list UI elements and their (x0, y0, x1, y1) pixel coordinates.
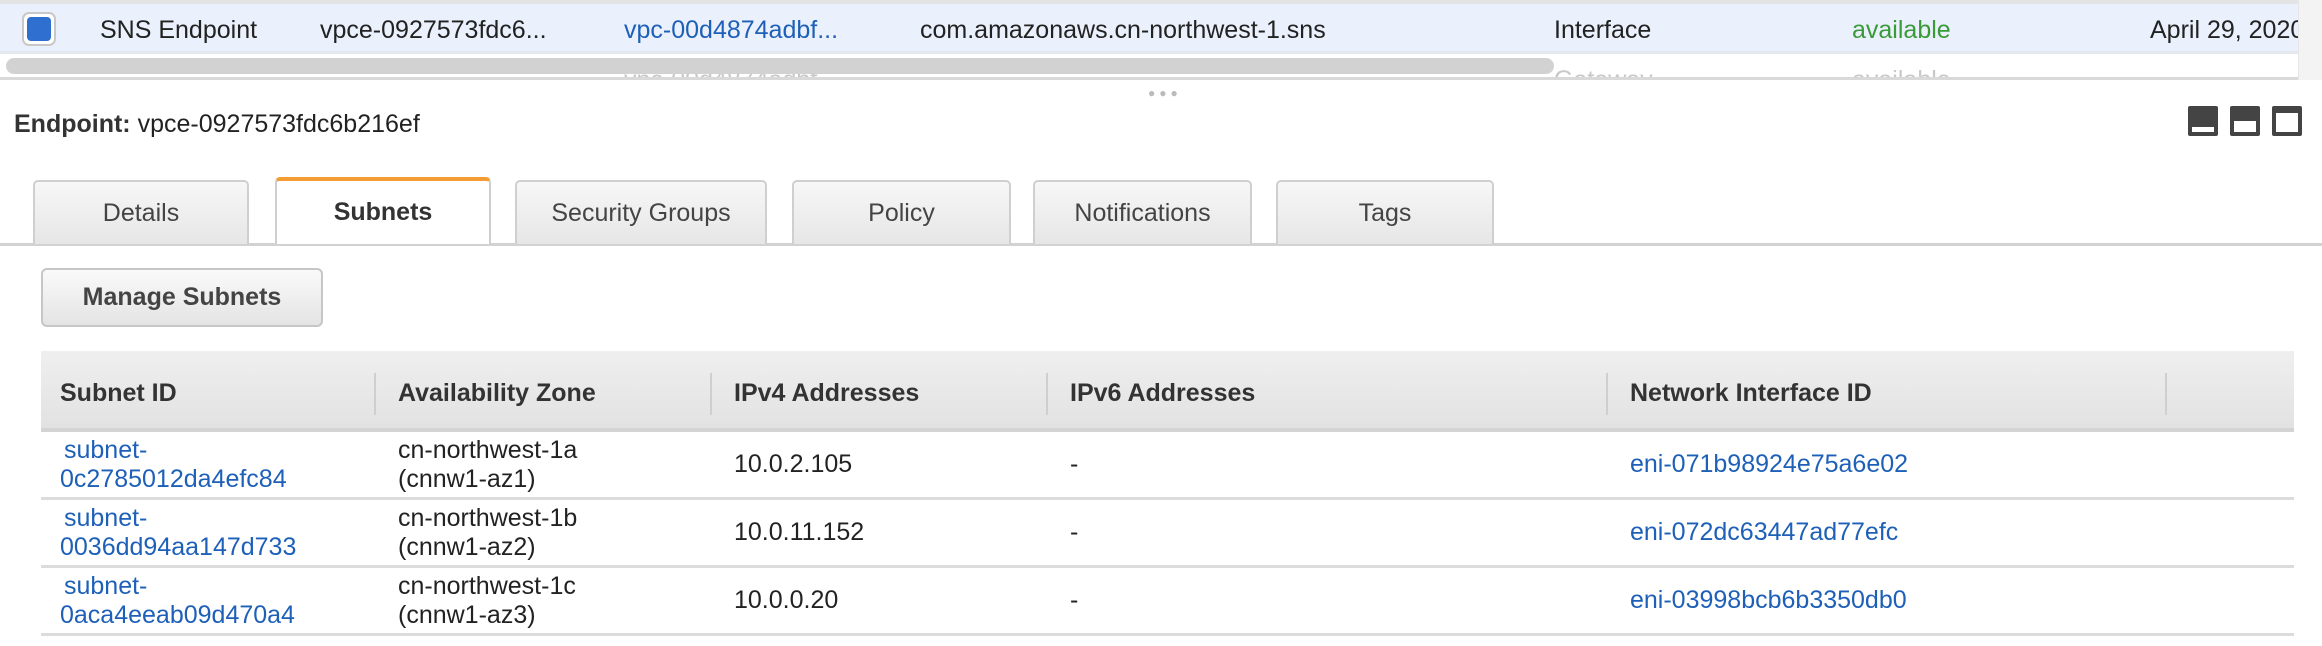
column-header-ipv4[interactable]: IPv4 Addresses (734, 379, 919, 408)
column-divider[interactable] (1606, 373, 1608, 415)
details-header: Endpoint: vpce-0927573fdc6b216ef (14, 110, 420, 139)
column-header-network-interface-id[interactable]: Network Interface ID (1630, 379, 1872, 408)
column-divider[interactable] (1046, 373, 1048, 415)
network-interface-link[interactable]: eni-03998bcb6b3350db0 (1630, 586, 1907, 615)
panel-layout-controls (2188, 106, 2302, 136)
table-header: Subnet ID Availability Zone IPv4 Address… (41, 351, 2294, 432)
creation-time: April 29, 2020 (2150, 16, 2305, 44)
table-row: subnet- 0036dd94aa147d733 cn-northwest-1b… (41, 500, 2294, 568)
tab-notifications[interactable]: Notifications (1033, 180, 1252, 244)
column-header-ipv6[interactable]: IPv6 Addresses (1070, 379, 1255, 408)
endpoint-id-value: vpce-0927573fdc6b216ef (137, 110, 420, 138)
table-row: subnet- 0c2785012da4efc84 cn-northwest-1a… (41, 432, 2294, 500)
panel-bottom-medium-icon[interactable] (2230, 106, 2260, 136)
table-row: subnet- 0aca4eeab09d470a4 cn-northwest-1c… (41, 568, 2294, 636)
vpc-id-link[interactable]: vpc-00d4874adbf... (624, 16, 838, 45)
ipv6-address: - (1070, 518, 1079, 546)
service-name: com.amazonaws.cn-northwest-1.sns (920, 16, 1326, 44)
endpoint-list-row-selected[interactable]: SNS Endpoint vpce-0927573fdc6... vpc-00d… (0, 4, 2304, 54)
status-badge: available (1852, 66, 1951, 80)
ipv4-address: 10.0.2.105 (734, 450, 853, 478)
tab-details[interactable]: Details (33, 180, 249, 244)
tab-subnets[interactable]: Subnets (275, 177, 491, 244)
status-badge: available (1852, 16, 1951, 44)
tab-policy[interactable]: Policy (792, 180, 1011, 244)
panel-bottom-small-icon[interactable] (2188, 106, 2218, 136)
endpoint-label: Endpoint: (14, 110, 131, 138)
ipv4-address: 10.0.0.20 (734, 586, 839, 614)
endpoint-id: vpce-0927573fdc6... (320, 16, 547, 44)
column-divider[interactable] (2165, 373, 2167, 415)
endpoint-name: SNS Endpoint (100, 16, 258, 44)
ipv6-address: - (1070, 450, 1079, 478)
panel-bottom-large-icon[interactable] (2272, 106, 2302, 136)
resize-handle-icon[interactable]: ●●● (1148, 86, 1182, 100)
vertical-scrollbar[interactable] (2298, 0, 2322, 80)
availability-zone: cn-northwest-1c (cnnw1-az3) (398, 572, 576, 629)
availability-zone: cn-northwest-1b (cnnw1-az2) (398, 504, 578, 561)
ipv4-address: 10.0.11.152 (734, 518, 865, 546)
endpoint-type: Gateway (1554, 66, 1653, 80)
manage-subnets-button[interactable]: Manage Subnets (41, 268, 323, 327)
network-interface-link[interactable]: eni-072dc63447ad77efc (1630, 518, 1898, 547)
tab-tags[interactable]: Tags (1276, 180, 1494, 244)
subnet-id-link[interactable]: subnet- 0aca4eeab09d470a4 (60, 572, 295, 630)
column-header-availability-zone[interactable]: Availability Zone (398, 379, 596, 408)
tab-security-groups[interactable]: Security Groups (515, 180, 767, 244)
column-header-subnet-id[interactable]: Subnet ID (60, 379, 177, 408)
horizontal-scrollbar[interactable] (6, 58, 1554, 74)
availability-zone: cn-northwest-1a (cnnw1-az1) (398, 436, 578, 493)
subnet-id-link[interactable]: subnet- 0036dd94aa147d733 (60, 504, 296, 562)
row-checkbox[interactable] (22, 12, 56, 46)
endpoint-type: Interface (1554, 16, 1652, 44)
subnet-id-link[interactable]: subnet- 0c2785012da4efc84 (60, 436, 287, 494)
network-interface-link[interactable]: eni-071b98924e75a6e02 (1630, 450, 1908, 479)
ipv6-address: - (1070, 586, 1079, 614)
column-divider[interactable] (710, 373, 712, 415)
column-divider[interactable] (374, 373, 376, 415)
